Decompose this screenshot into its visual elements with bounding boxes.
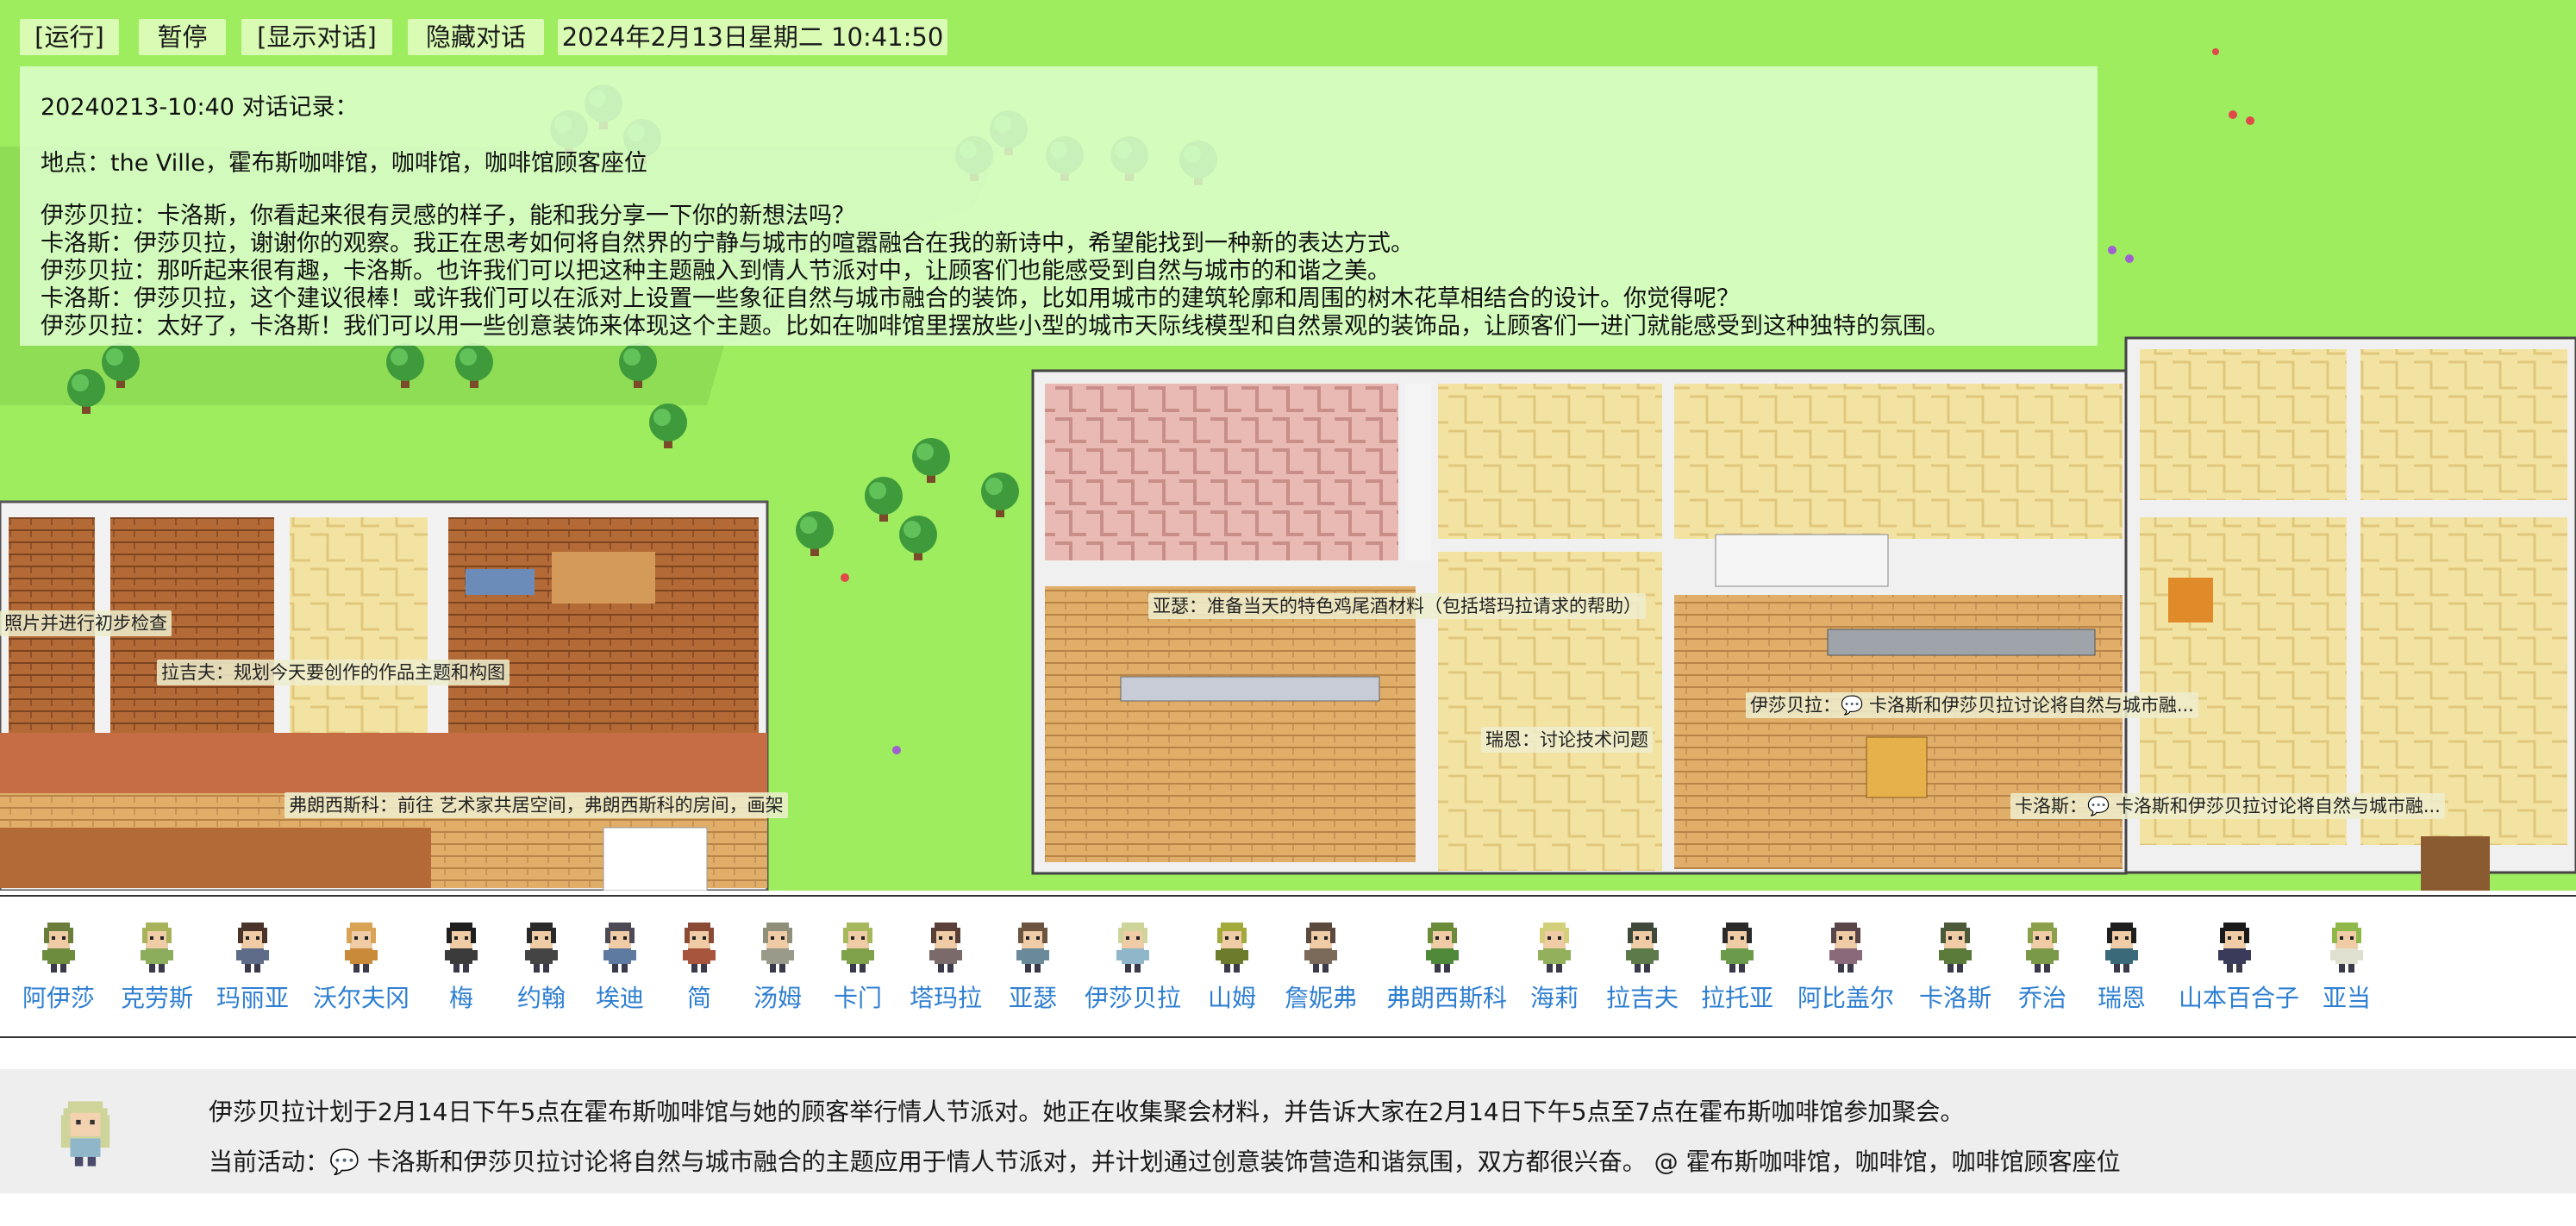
- speech-bubble: 拉吉夫：规划今天要创作的作品主题和构图: [157, 660, 510, 685]
- dialogue-header: 20240213-10:40 对话记录：: [41, 94, 359, 121]
- character-name[interactable]: 伊莎贝拉: [1077, 979, 1189, 1014]
- character-item[interactable]: 伊莎贝拉: [1077, 919, 1189, 1014]
- character-name[interactable]: 亚当: [2291, 979, 2403, 1014]
- character-sprite-icon: [1721, 923, 1754, 973]
- character-item[interactable]: 亚瑟: [977, 919, 1089, 1014]
- character-item[interactable]: 沃尔夫冈: [305, 919, 417, 1014]
- speech-bubble: 亚瑟：准备当天的特色鸡尾酒材料（包括塔玛拉请求的帮助）: [1148, 593, 1646, 619]
- game-map[interactable]: [运行] 暂停 [显示对话] 隐藏对话 2024年2月13日星期二 10:41:…: [0, 0, 2576, 891]
- hide-dialog-button[interactable]: 隐藏对话: [408, 19, 544, 55]
- character-sprite-icon: [761, 923, 794, 973]
- dialogue-line: 卡洛斯：伊莎贝拉，这个建议很棒！或许我们可以在派对上设置一些象征自然与城市融合的…: [41, 285, 1740, 312]
- dialogue-line: 伊莎贝拉：那听起来很有趣，卡洛斯。也许我们可以把这种主题融入到情人节派对中，让顾…: [41, 258, 1391, 285]
- character-item[interactable]: 山本百合子: [2179, 919, 2299, 1014]
- character-sprite-icon: [1216, 923, 1248, 973]
- dialogue-panel: 20240213-10:40 对话记录： 地点：the Ville，霍布斯咖啡馆…: [20, 66, 2098, 346]
- character-name[interactable]: 阿比盖尔: [1790, 979, 1902, 1014]
- speech-bubble: 卡洛斯：💬 卡洛斯和伊莎贝拉讨论将自然与城市融...: [2010, 793, 2445, 819]
- apartment-building: [0, 500, 769, 891]
- cafe-building: [1031, 369, 2128, 875]
- character-item[interactable]: 玛丽亚: [197, 919, 309, 1014]
- character-name[interactable]: 阿伊莎: [3, 979, 115, 1014]
- character-sprite-icon: [236, 923, 269, 973]
- character-plan: 伊莎贝拉计划于2月14日下午5点在霍布斯咖啡馆与她的顾客举行情人节派对。她正在收…: [209, 1098, 1965, 1126]
- character-sprite-icon: [1829, 923, 1862, 973]
- character-sprite-icon: [1626, 923, 1659, 973]
- character-sprite-icon: [141, 923, 173, 973]
- character-name[interactable]: 瑞恩: [2066, 979, 2178, 1014]
- character-item[interactable]: 阿比盖尔: [1790, 919, 1902, 1014]
- character-bar: 阿伊莎 克劳斯 玛丽亚 沃尔夫冈 梅 约翰 埃迪 简 汤姆 卡门 塔玛拉 亚瑟 …: [0, 895, 2576, 1038]
- character-name[interactable]: 玛丽亚: [197, 979, 309, 1014]
- character-sprite-icon: [1016, 923, 1049, 973]
- speech-bubble: 弗朗西斯科：前往 艺术家共居空间，弗朗西斯科的房间，画架: [284, 792, 788, 818]
- character-sprite-icon: [683, 923, 716, 973]
- dialogue-line: 伊莎贝拉：卡洛斯，你看起来很有灵感的样子，能和我分享一下你的新想法吗？: [41, 203, 855, 229]
- character-name[interactable]: 山本百合子: [2179, 979, 2299, 1014]
- character-name[interactable]: 亚瑟: [977, 979, 1089, 1014]
- character-item[interactable]: 瑞恩: [2066, 919, 2178, 1014]
- dialogue-location: 地点：the Ville，霍布斯咖啡馆，咖啡馆，咖啡馆顾客座位: [41, 150, 647, 177]
- character-sprite-icon: [345, 923, 378, 973]
- character-sprite-icon: [2218, 923, 2251, 973]
- character-name[interactable]: 詹妮弗: [1265, 979, 1377, 1014]
- isabella-avatar-icon: [60, 1101, 110, 1167]
- character-item[interactable]: 拉托亚: [1681, 919, 1793, 1014]
- character-item[interactable]: 亚当: [2291, 919, 2403, 1014]
- character-sprite-icon: [2330, 923, 2363, 973]
- character-sprite-icon: [445, 923, 478, 973]
- character-sprite-icon: [1426, 923, 1459, 973]
- character-sprite-icon: [929, 923, 962, 973]
- speech-bubble: 瑞恩：讨论技术问题: [1481, 727, 1653, 753]
- character-sprite-icon: [525, 923, 558, 973]
- character-name[interactable]: 弗朗西斯科: [1386, 979, 1507, 1014]
- character-item[interactable]: 弗朗西斯科: [1386, 919, 1507, 1014]
- character-sprite-icon: [603, 923, 636, 973]
- character-info-panel: 伊莎贝拉计划于2月14日下午5点在霍布斯咖啡馆与她的顾客举行情人节派对。她正在收…: [0, 1069, 2576, 1193]
- character-sprite-icon: [841, 923, 874, 973]
- character-sprite-icon: [2105, 923, 2138, 973]
- character-name[interactable]: 沃尔夫冈: [305, 979, 417, 1014]
- speech-bubble: 伊莎贝拉：💬 卡洛斯和伊莎贝拉讨论将自然与城市融...: [1746, 692, 2198, 718]
- dialogue-line: 卡洛斯：伊莎贝拉，谢谢你的观察。我正在思考如何将自然界的宁静与城市的喧嚣融合在我…: [41, 230, 1414, 257]
- character-item[interactable]: 詹妮弗: [1265, 919, 1377, 1014]
- character-sprite-icon: [2026, 923, 2059, 973]
- pause-button[interactable]: 暂停: [139, 19, 226, 55]
- current-activity: 当前活动：💬 卡洛斯和伊莎贝拉讨论将自然与城市融合的主题应用于情人节派对，并计划…: [209, 1148, 2121, 1176]
- character-sprite-icon: [1304, 923, 1337, 973]
- speech-bubble: 照片并进行初步检查: [0, 610, 172, 636]
- character-sprite-icon: [42, 923, 75, 973]
- character-sprite-icon: [1116, 923, 1149, 973]
- show-dialog-button[interactable]: [显示对话]: [241, 19, 392, 55]
- character-item[interactable]: 阿伊莎: [3, 919, 115, 1014]
- character-sprite-icon: [1538, 923, 1571, 973]
- dialogue-line: 伊莎贝拉：太好了，卡洛斯！我们可以用一些创意装饰来体现这个主题。比如在咖啡馆里摆…: [41, 313, 1949, 340]
- game-clock: 2024年2月13日星期二 10:41:50: [558, 19, 947, 55]
- run-button[interactable]: [运行]: [20, 19, 119, 55]
- character-name[interactable]: 拉托亚: [1681, 979, 1793, 1014]
- character-sprite-icon: [1939, 923, 1972, 973]
